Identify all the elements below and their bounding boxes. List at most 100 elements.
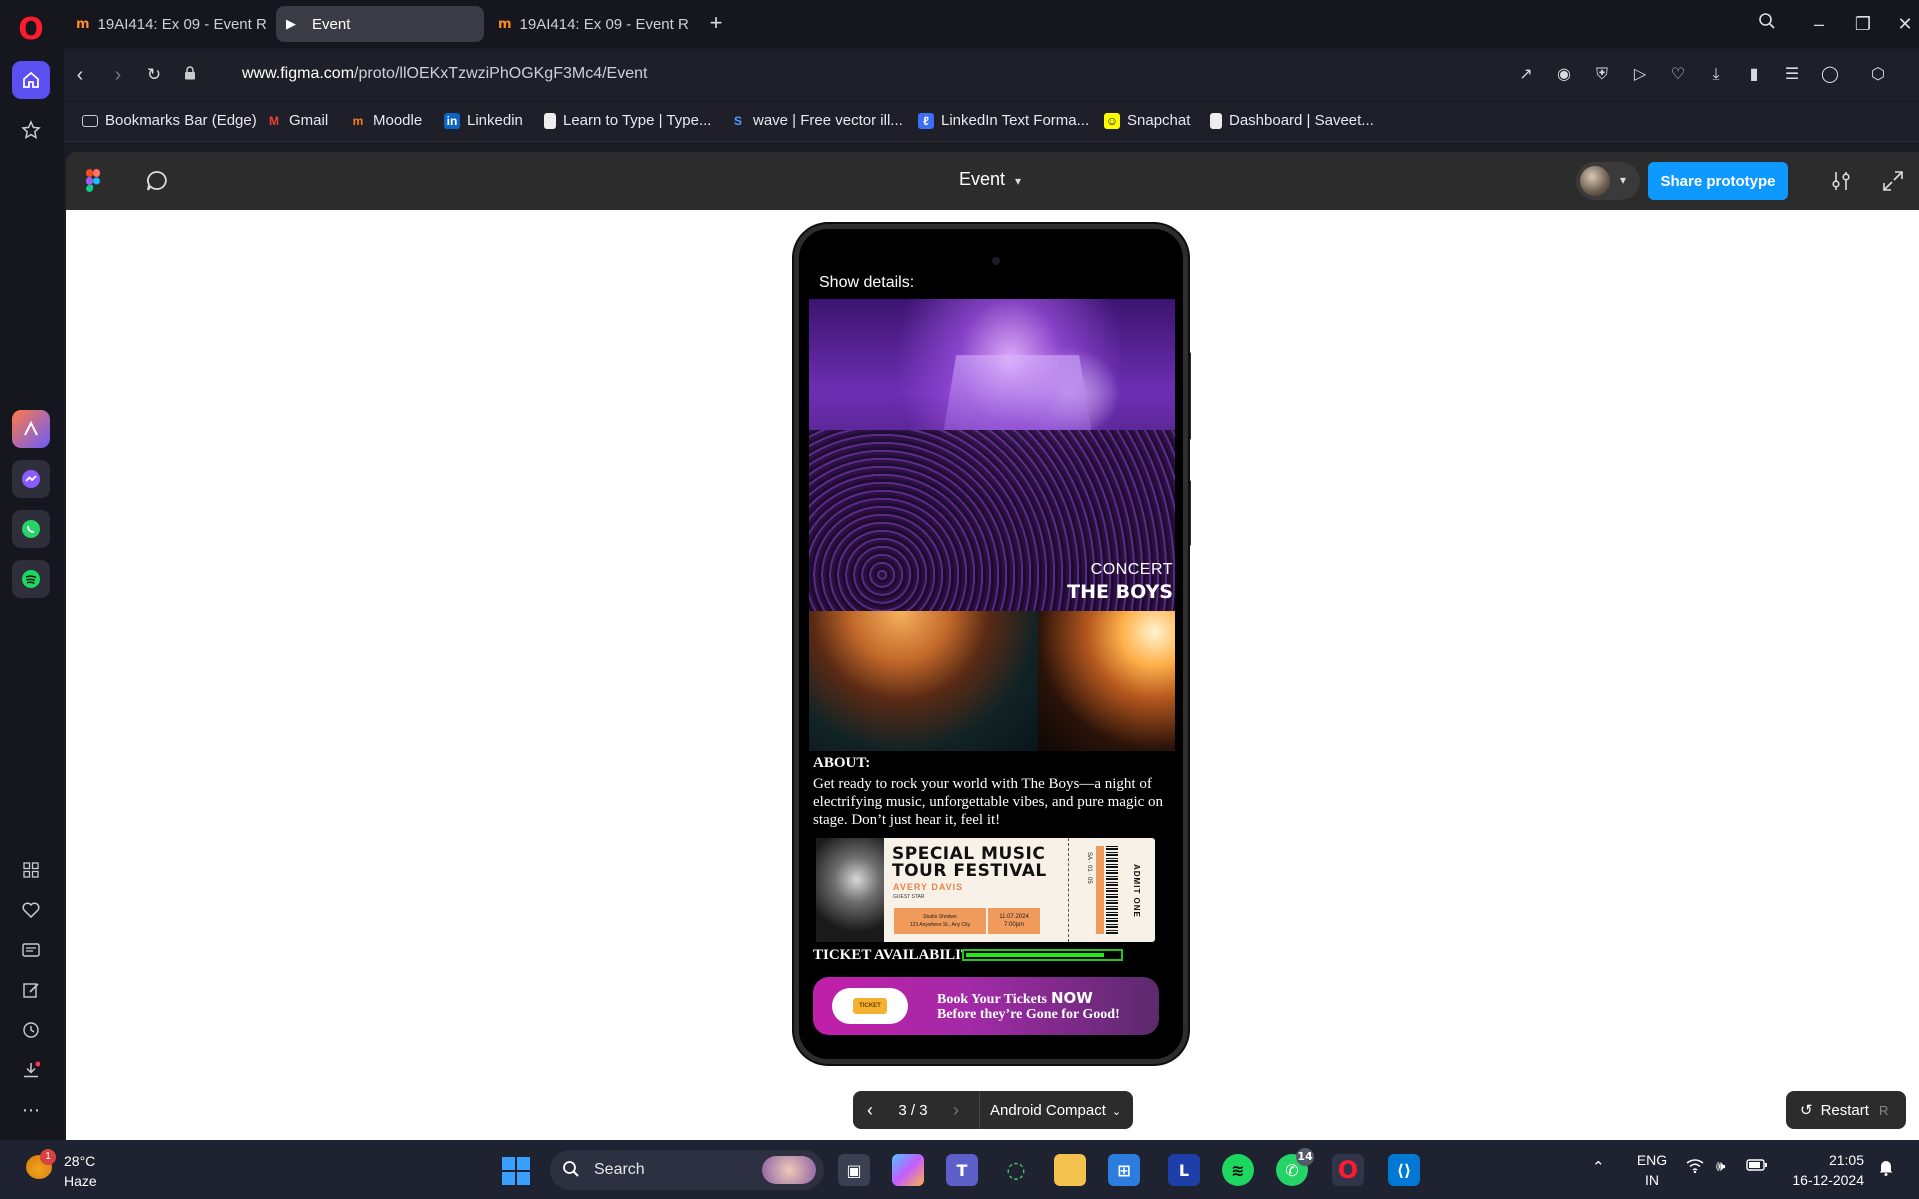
expand-icon[interactable] [1880,168,1906,194]
file-explorer-icon[interactable] [1054,1154,1086,1186]
weather-widget[interactable]: 1 28°C Haze [22,1149,132,1191]
next-frame-icon[interactable]: › [939,1100,973,1121]
bookmark-edge-folder[interactable]: Bookmarks Bar (Edge) [82,112,257,129]
edit-icon[interactable] [16,975,46,1005]
url-domain: www.figma.com [242,65,355,82]
refresh-app-icon[interactable]: ◌ [1000,1154,1032,1186]
tab-event[interactable]: ▶ Event [276,6,484,42]
star-icon[interactable] [12,111,50,149]
bookmark-moodle[interactable]: m Moodle [350,112,423,129]
opera-taskbar-icon[interactable]: O [1332,1154,1364,1186]
downloads-icon[interactable] [16,1055,46,1085]
weather-badge: 1 [40,1149,56,1165]
bookmark-label: Snapchat [1127,112,1191,129]
ticket-stub-strip [1096,846,1104,934]
shield-icon[interactable]: ⛨ [1590,63,1614,87]
messenger-icon[interactable] [12,460,50,498]
share-prototype-button[interactable]: Share prototype [1648,162,1788,200]
bookmark-linkedin-text[interactable]: ℓ LinkedIn Text Forma... [918,112,1089,129]
device-selector[interactable]: Android Compact ⌄ [990,1102,1121,1119]
notifications-bell-icon[interactable] [1878,1158,1894,1180]
copilot-icon[interactable] [892,1154,924,1186]
download-icon[interactable]: ⤓ [1704,63,1728,87]
aria-icon[interactable] [12,410,50,448]
text-format-icon: ℓ [918,112,934,129]
wifi-icon[interactable] [1686,1158,1704,1178]
easy-setup-icon[interactable]: ☰ [1780,63,1804,87]
more-icon[interactable]: ⋯ [16,1095,46,1125]
figma-logo-icon[interactable] [86,169,100,193]
vscode-icon[interactable]: ⟨⟩ [1388,1154,1420,1186]
bookmark-snapchat[interactable]: ☺ Snapchat [1104,112,1190,129]
ticket-perforation [1068,838,1069,942]
page-indicator: 3 / 3 [898,1101,928,1119]
volume-icon[interactable]: 🕪 [1716,1158,1725,1175]
spotify-taskbar-icon[interactable]: ≋ [1222,1154,1254,1186]
book-tickets-button[interactable]: TICKET Book Your Tickets NOW Before they’… [813,977,1159,1035]
snapshot-icon[interactable]: ◉ [1552,63,1576,87]
user-menu[interactable]: ▾ [1576,162,1640,200]
cta-line2: Before they’re Gone for Good! [937,1007,1120,1022]
windows-start-icon[interactable] [502,1157,530,1185]
bookmark-wave[interactable]: Swave | Free vector ill... [730,112,903,129]
search-icon [562,1160,580,1183]
forward-icon[interactable]: › [104,61,132,89]
restart-button[interactable]: ↺ Restart R [1786,1091,1906,1129]
about-text: Get ready to rock your world with The Bo… [813,776,1164,828]
event-category: CONCERT [1090,561,1173,578]
tab-event-reg-2[interactable]: m 19AI414: Ex 09 - Event Reg [488,6,688,42]
cta-now: NOW [1050,989,1093,1007]
gmail-icon: M [269,113,279,128]
tab-event-reg-1[interactable]: m 19AI414: Ex 09 - Event Reg [66,6,266,42]
whatsapp-taskbar-icon[interactable]: ✆ 14 [1276,1148,1314,1186]
heart-icon[interactable] [16,895,46,925]
back-icon[interactable]: ‹ [66,61,94,89]
ticket-time: 7:00pm [1003,922,1024,928]
player-icon[interactable]: ▷ [1628,63,1652,87]
share-page-icon[interactable]: ↗ [1514,63,1538,87]
temperature: 28°C [64,1153,96,1169]
minimize-icon[interactable]: – [1804,10,1834,38]
close-window-icon[interactable]: ✕ [1890,10,1919,38]
history-icon[interactable] [16,1015,46,1045]
bookmark-learn-to-type[interactable]: Learn to Type | Type... [544,112,711,129]
battery-icon[interactable] [1746,1158,1768,1176]
previous-frame-icon[interactable]: ‹ [853,1100,887,1121]
task-view-icon[interactable]: ▣ [838,1154,870,1186]
system-clock[interactable]: 21:05 16-12-2024 [1782,1150,1864,1190]
profile-icon[interactable]: ◯ [1818,63,1842,87]
ticket-barcode [1106,844,1118,934]
availability-label: TICKET AVAILABILITY: [813,947,986,963]
show-hidden-icons[interactable]: ⌃ [1592,1158,1605,1176]
bookmark-gmail[interactable]: M Gmail [266,112,328,129]
news-icon[interactable] [16,935,46,965]
settings-sliders-icon[interactable] [1828,168,1854,194]
spotify-icon[interactable] [12,560,50,598]
taskbar-search[interactable]: Search [550,1150,824,1190]
whatsapp-icon[interactable] [12,510,50,548]
language-indicator[interactable]: ENG IN [1634,1150,1670,1190]
prototype-title-dropdown[interactable]: Event ▾ [959,169,1021,190]
event-name: THE BOYS [1067,581,1173,603]
teams-icon[interactable]: T [946,1154,978,1186]
opera-logo-icon[interactable]: O [12,10,50,48]
workspaces-icon[interactable] [16,855,46,885]
windows-taskbar: 1 28°C Haze Search ▣ T ◌ ⊞ L ≋ ✆ 14 O ⟨⟩ … [0,1140,1919,1199]
comment-icon[interactable] [144,168,170,194]
bookmark-linkedin[interactable]: in Linkedin [444,112,523,129]
url-field[interactable]: www.figma.com/proto/llOEKxTzwziPhOGKgF3M… [242,65,647,83]
tab-search-icon[interactable] [1752,10,1782,38]
battery-saver-icon[interactable]: ▮ [1742,63,1766,87]
ticket-artist-role: GUEST STAR [893,894,925,900]
reload-icon[interactable]: ↻ [140,61,168,89]
store-icon[interactable]: ⊞ [1108,1154,1140,1186]
favorites-icon[interactable]: ♡ [1666,63,1690,87]
new-tab-icon[interactable]: + [704,12,728,36]
ticket-date: 11.07.2024 [999,914,1029,920]
restore-icon[interactable]: ❐ [1848,10,1878,38]
bookmark-label: Learn to Type | Type... [563,112,712,129]
extensions-icon[interactable]: ⬡ [1866,63,1890,87]
home-icon[interactable] [12,61,50,99]
bookmark-dashboard[interactable]: Dashboard | Saveet... [1210,112,1374,129]
l-app-icon[interactable]: L [1168,1154,1200,1186]
